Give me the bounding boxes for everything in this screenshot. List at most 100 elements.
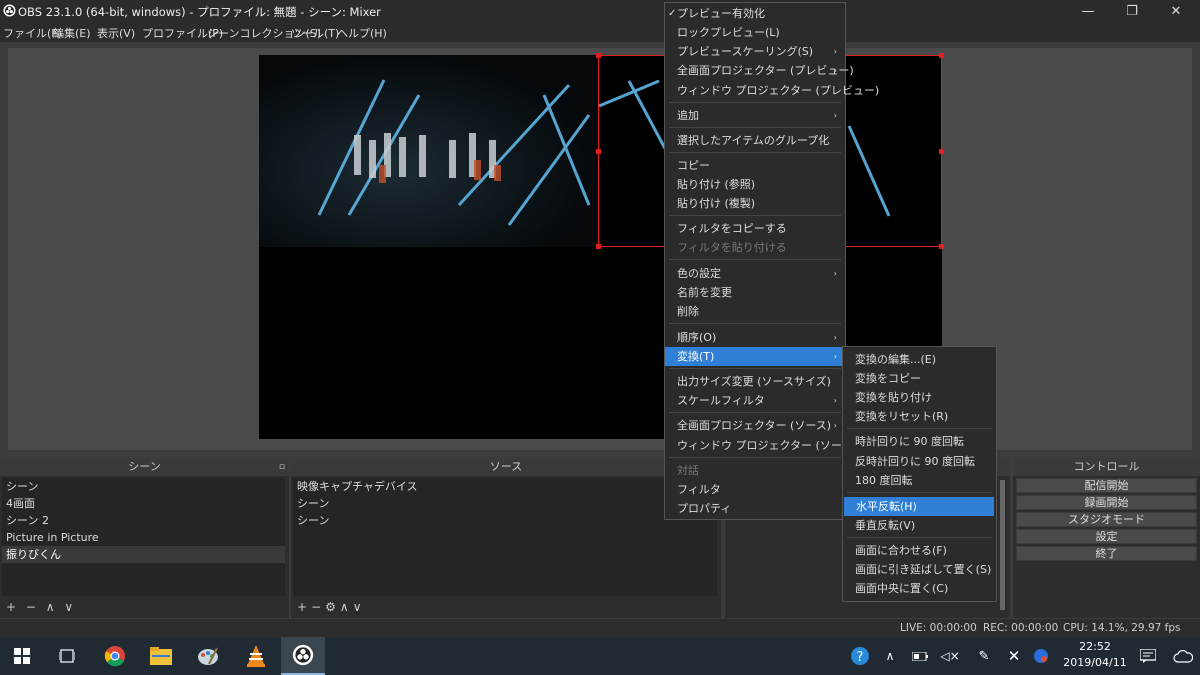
menu-item-paste-reference[interactable]: 貼り付け (参照) [665, 175, 845, 194]
scene-item[interactable]: シーン [2, 478, 285, 495]
menu-item-edit-transform[interactable]: 変換の編集...(E) [843, 350, 996, 369]
menu-item-order[interactable]: 順序(O) › [665, 328, 845, 347]
file-explorer-icon[interactable] [139, 637, 183, 675]
cpu-status: CPU: 14.1%, 29.97 fps [1063, 622, 1181, 634]
scene-item-selected[interactable]: 振りびくん [2, 546, 285, 563]
resize-handle-tr[interactable] [939, 53, 944, 58]
menu-item-flip-horizontal[interactable]: 水平反転(H) [844, 497, 994, 516]
live-status: LIVE: 00:00:00 [900, 622, 977, 634]
maximize-button[interactable]: ❐ [1110, 0, 1154, 22]
menu-item-lock-preview[interactable]: ロックプレビュー(L) [665, 23, 845, 42]
menu-item-rotate-180[interactable]: 180 度回転 [843, 471, 996, 490]
menu-item-properties[interactable]: プロパティ [665, 499, 845, 518]
remove-source-button[interactable]: − [311, 598, 321, 616]
scenes-dock: シーン ▫ シーン 4画面 シーン 2 Picture in Picture 振… [0, 458, 289, 618]
taskbar-clock[interactable]: 22:52 2019/04/11 [1060, 640, 1130, 669]
video-capture-source[interactable] [259, 55, 598, 247]
menu-item-enable-preview[interactable]: ✓ プレビュー有効化 [665, 4, 845, 23]
menu-item-resize-output[interactable]: 出力サイズ変更 (ソースサイズ) [665, 372, 845, 391]
menu-item-fullscreen-projector-source[interactable]: 全画面プロジェクター (ソース) › [665, 416, 845, 435]
menu-item-rename[interactable]: 名前を変更 [665, 283, 845, 302]
menu-edit[interactable]: 編集(E) [53, 25, 91, 41]
start-streaming-button[interactable]: 配信開始 [1016, 478, 1197, 493]
menu-item-copy-filters[interactable]: フィルタをコピーする [665, 219, 845, 238]
menu-item-add[interactable]: 追加 › [665, 106, 845, 125]
source-item[interactable]: シーン [293, 495, 717, 512]
scene-item[interactable]: 4画面 [2, 495, 285, 512]
menu-help[interactable]: ヘルプ(H) [337, 25, 387, 41]
settings-button[interactable]: 設定 [1016, 529, 1197, 544]
move-up-button[interactable]: ∧ [340, 598, 349, 616]
scene-item[interactable]: Picture in Picture [2, 529, 285, 546]
source-item[interactable]: 映像キャプチャデバイス [293, 478, 717, 495]
notification-icon[interactable] [1126, 637, 1170, 675]
menu-separator [847, 537, 992, 538]
dock-float-icon[interactable]: ▫ [279, 458, 285, 476]
resize-handle-br[interactable] [939, 244, 944, 249]
weather-icon[interactable] [1166, 637, 1200, 675]
menu-item-fit-to-screen[interactable]: 画面に合わせる(F) [843, 541, 996, 560]
obs-taskbar-icon[interactable] [281, 637, 325, 675]
menu-item-rotate-ccw[interactable]: 反時計回りに 90 度回転 [843, 452, 996, 471]
menu-item-window-projector-preview[interactable]: ウィンドウ プロジェクター (プレビュー) [665, 81, 879, 100]
menu-separator [669, 102, 841, 103]
menu-label: プロパティ [677, 502, 732, 515]
network-icon[interactable] [1019, 637, 1063, 675]
menu-item-paste-duplicate[interactable]: 貼り付け (複製) [665, 194, 845, 213]
menu-view[interactable]: 表示(V) [97, 25, 135, 41]
chevron-right-icon: › [833, 111, 837, 120]
menu-item-paste-transform[interactable]: 変換を貼り付け [843, 388, 996, 407]
menu-item-filters[interactable]: フィルタ [665, 480, 845, 499]
start-recording-button[interactable]: 録画開始 [1016, 495, 1197, 510]
menu-tools[interactable]: ツール(T) [291, 25, 339, 41]
add-source-button[interactable]: + [297, 598, 307, 616]
minimize-button[interactable]: — [1066, 0, 1110, 22]
menu-item-reset-transform[interactable]: 変換をリセット(R) [843, 407, 996, 426]
vlc-icon[interactable] [234, 637, 278, 675]
close-button[interactable]: ✕ [1154, 0, 1198, 22]
menu-item-preview-scaling[interactable]: プレビュースケーリング(S) › [665, 42, 845, 61]
menu-separator [847, 428, 992, 429]
mixer-scrollbar[interactable] [1000, 480, 1005, 610]
source-item[interactable]: シーン [293, 512, 717, 529]
move-down-button[interactable]: ∨ [353, 598, 362, 616]
paint-icon[interactable] [186, 637, 230, 675]
chevron-right-icon: › [833, 269, 837, 278]
menu-item-stretch-to-screen[interactable]: 画面に引き延ばして置く(S) [843, 560, 996, 579]
menu-separator [847, 492, 992, 493]
menu-item-window-projector-source[interactable]: ウィンドウ プロジェクター (ソース) [665, 436, 857, 455]
menu-item-rotate-cw[interactable]: 時計回りに 90 度回転 [843, 432, 996, 451]
task-view-icon[interactable] [45, 637, 89, 675]
gear-icon[interactable]: ⚙ [325, 598, 336, 616]
scene-item[interactable]: シーン 2 [2, 512, 285, 529]
resize-handle-l[interactable] [596, 149, 601, 154]
menu-item-group-selected[interactable]: 選択したアイテムのグループ化 [665, 131, 845, 150]
resize-handle-bl[interactable] [596, 244, 601, 249]
menu-item-copy[interactable]: コピー [665, 156, 845, 175]
menu-label: 名前を変更 [677, 286, 732, 299]
menu-item-scale-filter[interactable]: スケールフィルタ › [665, 391, 845, 410]
controls-title: コントロール [1073, 460, 1140, 473]
menu-item-delete[interactable]: 削除 [665, 302, 845, 321]
resize-handle-r[interactable] [939, 149, 944, 154]
windows-start-icon[interactable] [0, 637, 44, 675]
exit-button[interactable]: 終了 [1016, 546, 1197, 561]
menu-item-transform[interactable]: 変換(T) › [665, 347, 845, 366]
menu-item-center-to-screen[interactable]: 画面中央に置く(C) [843, 579, 996, 598]
resize-handle-tl[interactable] [596, 53, 601, 58]
menu-item-set-color[interactable]: 色の設定 › [665, 264, 845, 283]
sources-dock: ソース 映像キャプチャデバイス シーン シーン + − ⚙ ∧ ∨ [291, 458, 721, 618]
scenes-toolbar[interactable]: + − ∧ ∨ [0, 598, 76, 616]
menu-label: 変換を貼り付け [855, 391, 932, 404]
menu-item-flip-vertical[interactable]: 垂直反転(V) [843, 516, 996, 535]
studio-mode-button[interactable]: スタジオモード [1016, 512, 1197, 527]
chevron-right-icon: › [833, 47, 837, 56]
menu-label: 色の設定 [677, 267, 721, 280]
menu-item-fullscreen-projector-preview[interactable]: 全画面プロジェクター (プレビュー) › [665, 61, 854, 80]
menu-item-copy-transform[interactable]: 変換をコピー [843, 369, 996, 388]
menu-label: 画面中央に置く(C) [855, 582, 949, 595]
menu-label: ウィンドウ プロジェクター (プレビュー) [677, 84, 880, 97]
menu-label: 変換の編集...(E) [855, 353, 937, 366]
obs-logo-icon [3, 4, 16, 17]
chrome-icon[interactable] [93, 637, 137, 675]
